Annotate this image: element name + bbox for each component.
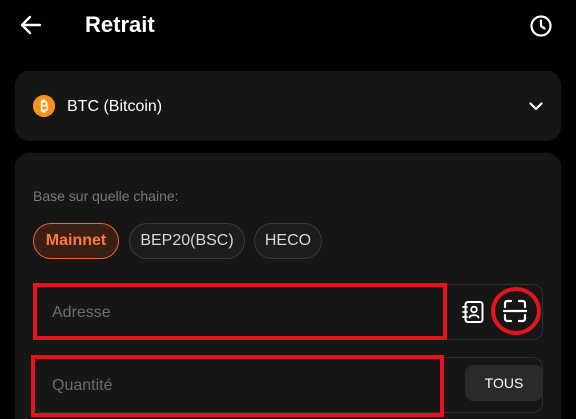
chain-option-mainnet[interactable]: Mainnet (33, 223, 119, 259)
chain-option-heco[interactable]: HECO (254, 223, 322, 259)
withdraw-form: Base sur quelle chaine: Mainnet BEP20(BS… (15, 153, 561, 419)
scan-qr-icon (502, 299, 528, 323)
chain-caption: Base sur quelle chaine: (33, 188, 179, 204)
history-button[interactable] (528, 13, 553, 38)
header-bar: Retrait (0, 0, 576, 52)
address-input[interactable] (34, 285, 444, 341)
address-book-icon (462, 301, 484, 323)
all-button[interactable]: TOUS (465, 365, 543, 401)
chain-option-bep20[interactable]: BEP20(BSC) (129, 223, 245, 259)
quantity-input[interactable] (34, 358, 444, 414)
scan-button[interactable] (501, 297, 529, 325)
page-title: Retrait (85, 12, 155, 37)
chevron-down-icon[interactable] (527, 97, 545, 115)
coin-selector[interactable]: BTC (Bitcoin) (15, 71, 561, 141)
contacts-button[interactable] (459, 298, 487, 326)
back-button[interactable] (18, 12, 44, 38)
bitcoin-icon (33, 95, 55, 117)
arrow-left-icon (20, 15, 42, 35)
coin-label: BTC (Bitcoin) (67, 98, 163, 115)
clock-icon (529, 14, 552, 37)
